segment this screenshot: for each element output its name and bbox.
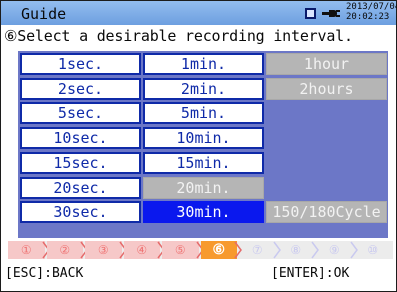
interval-option-30sec[interactable]: 30sec. (20, 201, 141, 224)
screen-title: Guide (21, 5, 67, 23)
interval-grid: 1sec. 1min. 1hour 2sec. 2min. 2hours 5sec. 5min… (18, 51, 388, 238)
step-7-indicator: ⑦ (251, 243, 263, 257)
interval-option-30min[interactable]: 30min. (143, 201, 264, 224)
instruction-text: ⑥Select a desirable recording interval. (4, 27, 353, 45)
ac-power-plug-icon (322, 10, 340, 17)
step-8-indicator: ⑧ (290, 243, 302, 257)
interval-option-1sec[interactable]: 1sec. (20, 53, 141, 75)
instrument-screen: Guide 2013/07/04 20:02:23 ⑥Select a desi… (0, 0, 397, 292)
step-9-indicator: ⑨ (328, 243, 340, 257)
interval-option-15min[interactable]: 15min. (143, 151, 264, 174)
interval-option-5min[interactable]: 5min. (143, 102, 264, 125)
enter-ok-hint: [ENTER]:OK (271, 266, 350, 281)
interval-option-150-180cycle: 150/180Cycle (266, 201, 387, 224)
interval-option-20sec[interactable]: 20sec. (20, 176, 141, 199)
interval-option-15sec[interactable]: 15sec. (20, 151, 141, 174)
clock-readout: 2013/07/04 20:02:23 (346, 2, 397, 22)
step-3-indicator: ③ (85, 241, 122, 259)
step-5-indicator: ⑤ (162, 241, 199, 259)
step-4-indicator: ④ (123, 241, 160, 259)
title-bar: Guide 2013/07/04 20:02:23 (1, 1, 397, 25)
interval-option-1hour: 1hour (266, 53, 387, 75)
date-text: 2013/07/04 (346, 2, 397, 12)
interval-option-2sec[interactable]: 2sec. (20, 77, 141, 100)
interval-option-10sec[interactable]: 10sec. (20, 127, 141, 150)
step-1-indicator: ① (8, 241, 45, 259)
step-2-indicator: ② (46, 241, 83, 259)
interval-option-2hours: 2hours (266, 77, 387, 100)
step-10-indicator: ⑩ (367, 243, 379, 257)
interval-option-5sec[interactable]: 5sec. (20, 102, 141, 125)
document-icon (305, 8, 316, 19)
time-text: 20:02:23 (346, 12, 390, 22)
interval-option-10min[interactable]: 10min. (143, 127, 264, 150)
step-6-indicator: ⑥ (200, 241, 237, 259)
interval-option-20min: 20min. (143, 176, 264, 199)
interval-option-1min[interactable]: 1min. (143, 53, 264, 75)
esc-back-hint: [ESC]:BACK (5, 266, 84, 281)
interval-option-2min[interactable]: 2min. (143, 77, 264, 100)
step-progress-bar: ①②③④⑤⑥⑦ ⑧ ⑨ ⑩ (8, 241, 393, 259)
